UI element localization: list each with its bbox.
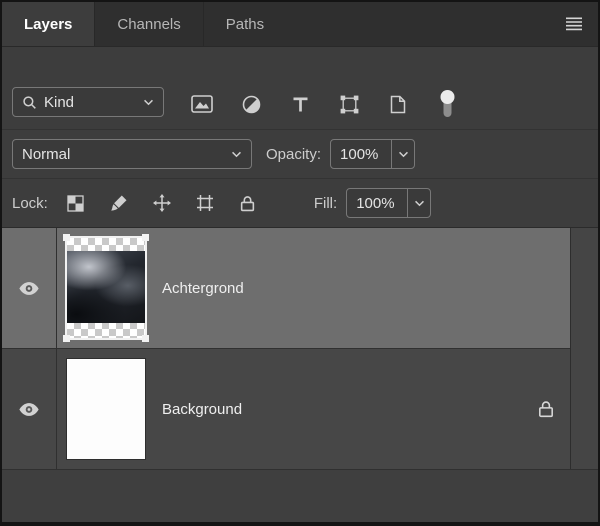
lock-buttons: [64, 190, 260, 216]
layer-name: Background: [162, 400, 243, 418]
layer-row-achtergrond[interactable]: Achtergrond: [2, 228, 598, 349]
chevron-down-icon: [231, 151, 242, 158]
blend-mode-dropdown[interactable]: Normal: [12, 139, 252, 169]
opacity-label: Opacity:: [266, 145, 322, 163]
panel-tab-bar: Layers Channels Paths: [2, 2, 598, 47]
blend-row: Normal Opacity: 100%: [2, 130, 598, 179]
chevron-down-icon[interactable]: [391, 140, 414, 168]
layer-row-background[interactable]: Background: [2, 349, 598, 470]
layer-visibility-toggle[interactable]: [2, 228, 57, 348]
layer-list: Achtergrond Background: [2, 227, 598, 522]
filter-kind-dropdown[interactable]: Kind: [12, 87, 164, 117]
layer-visibility-toggle[interactable]: [2, 349, 57, 469]
selection-corner: [63, 234, 70, 241]
pixel-filter-icon[interactable]: [190, 91, 214, 117]
layer-thumbnail[interactable]: [67, 359, 145, 459]
lock-pixels-icon[interactable]: [107, 190, 131, 216]
search-icon: [22, 95, 37, 110]
lock-position-icon[interactable]: [150, 190, 174, 216]
lock-label: Lock:: [12, 194, 48, 212]
layer-list-empty-space: [2, 470, 598, 522]
filter-toggle[interactable]: [435, 90, 459, 117]
layer-locked-badge-icon: [538, 400, 554, 418]
selection-corner: [142, 335, 149, 342]
scrollbar-gutter: [570, 228, 598, 469]
opacity-value[interactable]: 100%: [331, 146, 391, 163]
adjustment-filter-icon[interactable]: [239, 91, 263, 117]
smart-object-filter-icon[interactable]: [386, 91, 410, 117]
tab-layers[interactable]: Layers: [2, 2, 95, 46]
chevron-down-icon: [143, 99, 154, 106]
lock-artboard-icon[interactable]: [193, 190, 217, 216]
eye-icon: [18, 281, 40, 296]
lock-all-icon[interactable]: [236, 190, 260, 216]
lock-transparency-icon[interactable]: [64, 190, 88, 216]
thumbnail-image: [67, 359, 145, 459]
panel-menu-icon: [565, 17, 583, 31]
filter-kind-label: Kind: [44, 93, 75, 111]
tab-channels[interactable]: Channels: [94, 2, 202, 46]
fill-control[interactable]: 100%: [346, 188, 432, 218]
tab-paths[interactable]: Paths: [202, 2, 286, 46]
panel-menu-button[interactable]: [550, 2, 598, 46]
filter-type-buttons: [190, 90, 459, 117]
blend-mode-value: Normal: [22, 145, 71, 163]
filter-row: Kind: [2, 47, 598, 130]
selection-corner: [142, 234, 149, 241]
lock-row: Lock: Fill: 100%: [2, 179, 598, 227]
layer-thumbnail[interactable]: [63, 234, 149, 342]
shape-filter-icon[interactable]: [337, 91, 361, 117]
selection-corner: [63, 335, 70, 342]
chevron-down-icon[interactable]: [407, 189, 430, 217]
layers-panel: Layers Channels Paths Kind Normal Opacit…: [0, 0, 600, 526]
layer-name: Achtergrond: [162, 279, 244, 297]
eye-icon: [18, 402, 40, 417]
fill-value[interactable]: 100%: [347, 195, 407, 212]
opacity-control[interactable]: 100%: [330, 139, 416, 169]
thumbnail-image: [67, 251, 145, 323]
fill-label: Fill:: [313, 194, 338, 212]
type-filter-icon[interactable]: [288, 91, 312, 117]
